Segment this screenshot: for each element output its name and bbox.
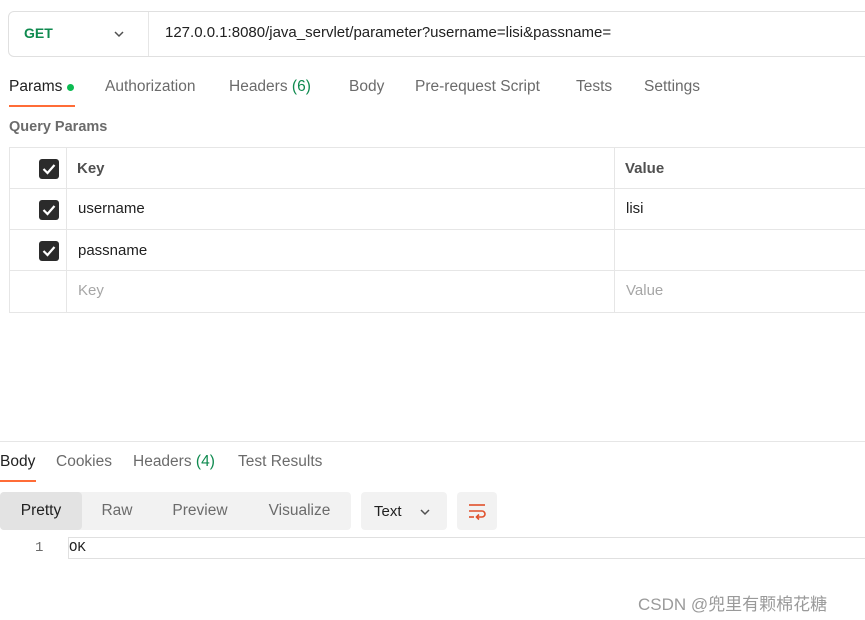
table-row-new: Key Value [10, 271, 865, 312]
request-url-bar: GET 127.0.0.1:8080/java_servlet/paramete… [8, 11, 865, 57]
view-visualize-button[interactable]: Visualize [248, 492, 351, 530]
new-value-input[interactable]: Value [626, 282, 663, 299]
view-pretty-button[interactable]: Pretty [0, 492, 82, 530]
select-all-checkbox[interactable] [39, 159, 59, 179]
response-tab-headers-count: (4) [195, 453, 215, 470]
tab-headers-label: Headers [229, 78, 288, 95]
wrap-lines-button[interactable] [457, 492, 497, 530]
url-input[interactable]: 127.0.0.1:8080/java_servlet/parameter?us… [165, 24, 611, 41]
tab-pre-request-script[interactable]: Pre-request Script [415, 78, 540, 96]
check-icon [42, 205, 56, 216]
view-raw-button[interactable]: Raw [82, 492, 152, 530]
format-select[interactable]: Text [361, 492, 447, 530]
chevron-down-icon [114, 31, 124, 38]
response-tab-test-results[interactable]: Test Results [238, 453, 322, 471]
table-row: passname [10, 230, 865, 271]
param-key[interactable]: username [78, 200, 145, 217]
format-label: Text [374, 503, 402, 520]
view-mode-segmented-control: Pretty Raw Preview Visualize [0, 492, 351, 530]
key-column-header: Key [77, 160, 105, 177]
response-body-text: OK [69, 540, 86, 556]
response-tab-body[interactable]: Body [0, 453, 35, 471]
response-tab-headers-label: Headers [133, 453, 192, 470]
param-value[interactable]: lisi [626, 200, 644, 217]
method-select[interactable]: GET [9, 12, 149, 56]
new-key-input[interactable]: Key [78, 282, 104, 299]
row-checkbox[interactable] [39, 200, 59, 220]
params-active-dot [67, 84, 74, 91]
tab-settings[interactable]: Settings [644, 78, 700, 96]
query-params-table: Key Value username lisi passname Key Val… [9, 147, 865, 313]
code-line-highlight [68, 537, 865, 559]
query-params-title: Query Params [9, 119, 108, 135]
response-active-tab-indicator [0, 480, 36, 482]
response-tab-cookies[interactable]: Cookies [56, 453, 112, 471]
table-row: username lisi [10, 189, 865, 230]
tab-headers-count: (6) [291, 78, 311, 95]
tab-params[interactable]: Params [9, 78, 62, 96]
tab-body[interactable]: Body [349, 78, 384, 96]
tab-authorization[interactable]: Authorization [105, 78, 195, 96]
check-icon [42, 246, 56, 257]
tab-headers[interactable]: Headers (6) [229, 78, 311, 96]
response-body-editor[interactable]: 1 OK [0, 537, 865, 559]
response-tab-headers[interactable]: Headers (4) [133, 453, 215, 471]
view-preview-button[interactable]: Preview [152, 492, 248, 530]
check-icon [42, 164, 56, 175]
line-number: 1 [35, 540, 44, 556]
wrap-lines-icon [469, 504, 486, 521]
chevron-down-icon [420, 509, 430, 516]
row-checkbox[interactable] [39, 241, 59, 261]
tab-tests[interactable]: Tests [576, 78, 612, 96]
table-header-row: Key Value [10, 148, 865, 189]
value-column-header: Value [625, 160, 665, 177]
response-divider[interactable] [0, 441, 865, 442]
watermark: CSDN @兜里有颗棉花糖 [638, 595, 828, 614]
method-label: GET [24, 25, 53, 41]
active-tab-indicator [9, 105, 75, 107]
param-key[interactable]: passname [78, 242, 147, 259]
